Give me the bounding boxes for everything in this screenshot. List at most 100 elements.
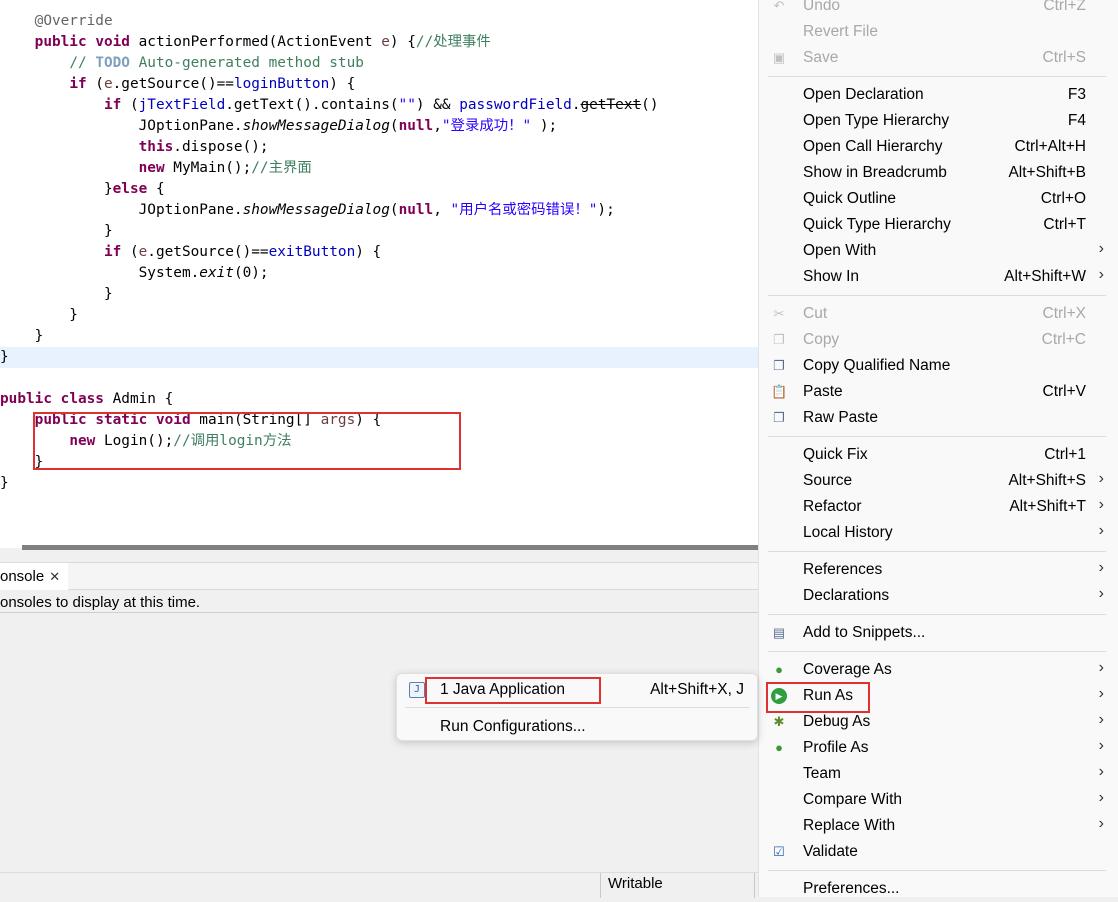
menu-item-revert-file: Revert File [768, 19, 1108, 45]
menu-item-paste[interactable]: 📋 Paste Ctrl+V [768, 379, 1108, 405]
menu-item-coverage-as[interactable]: ● Coverage As › [768, 657, 1108, 683]
menu-item-run-configurations[interactable]: Run Configurations... [405, 714, 750, 740]
menu-item-raw-paste[interactable]: ❐ Raw Paste [768, 405, 1108, 431]
raw-paste-icon: ❐ [773, 410, 785, 425]
code-token: JOptionPane. [0, 118, 243, 134]
menu-item-open-type-hierarchy[interactable]: Open Type Hierarchy F4 [768, 108, 1108, 134]
menu-item-shortcut: F4 [1067, 112, 1086, 129]
code-line: JOptionPane.showMessageDialog(null,"登录成功… [0, 116, 558, 137]
menu-item-label: Debug As [803, 713, 871, 730]
menu-item-label: Undo [803, 0, 841, 14]
chevron-right-icon: › [1098, 815, 1104, 832]
cut-icon: ✂ [773, 306, 785, 321]
chevron-right-icon: › [1098, 711, 1104, 728]
menu-item-label: Refactor [803, 498, 862, 515]
code-token: "登录成功！" [441, 118, 532, 134]
menu-item-compare-with[interactable]: Compare With › [768, 787, 1108, 813]
menu-item-team[interactable]: Team › [768, 761, 1108, 787]
code-token: class [60, 391, 104, 407]
code-token: public [34, 34, 87, 50]
code-token: null [398, 118, 434, 134]
menu-item-open-with[interactable]: Open With › [768, 238, 1108, 264]
code-line: if (jTextField.getText().contains("") &&… [0, 95, 659, 116]
code-token: e [103, 76, 113, 92]
java-application-icon: J [409, 682, 425, 698]
snippet-icon: ▤ [772, 625, 786, 640]
code-token: .dispose(); [173, 139, 269, 155]
menu-item-label: Replace With [803, 817, 896, 834]
menu-item-declarations[interactable]: Declarations › [768, 583, 1108, 609]
menu-item-replace-with[interactable]: Replace With › [768, 813, 1108, 839]
debug-icon: ✱ [773, 714, 785, 729]
menu-item-validate[interactable]: ☑ Validate [768, 839, 1108, 865]
code-token: } [0, 328, 44, 344]
run-as-submenu: J 1 Java Application Alt+Shift+X, J Run … [396, 673, 758, 741]
profile-icon: ● [775, 740, 783, 755]
menu-item-add-to-snippets[interactable]: ▤ Add to Snippets... [768, 620, 1108, 646]
code-line: } [0, 347, 9, 368]
menu-item-run-as[interactable]: ▶ Run As › [766, 682, 1108, 713]
menu-item-quick-type-hierarchy[interactable]: Quick Type Hierarchy Ctrl+T [768, 212, 1108, 238]
copy-qualified-name-icon: ❐ [773, 358, 785, 373]
menu-item-refactor[interactable]: Refactor Alt+Shift+T › [768, 494, 1108, 520]
code-line: @Override [0, 11, 113, 32]
menu-item-quick-outline[interactable]: Quick Outline Ctrl+O [768, 186, 1108, 212]
menu-item-show-in-breadcrumb[interactable]: Show in Breadcrumb Alt+Shift+B [768, 160, 1108, 186]
code-line: } [0, 305, 78, 326]
java-application-highlight-box [425, 677, 601, 704]
code-token: (0); [233, 265, 269, 281]
code-line: new MyMain();//主界面 [0, 158, 312, 179]
code-token: ) { [329, 76, 356, 92]
menu-item-show-in[interactable]: Show In Alt+Shift+W › [768, 264, 1108, 290]
menu-item-quick-fix[interactable]: Quick Fix Ctrl+1 [768, 442, 1108, 468]
code-token: Admin { [103, 391, 174, 407]
code-editor[interactable]: @Override public void actionPerformed(Ac… [0, 0, 758, 548]
menu-item-open-call-hierarchy[interactable]: Open Call Hierarchy Ctrl+Alt+H [768, 134, 1108, 160]
status-divider [600, 873, 601, 898]
menu-item-open-declaration[interactable]: Open Declaration F3 [768, 82, 1108, 108]
chevron-right-icon: › [1098, 659, 1104, 676]
code-token: "" [398, 97, 416, 113]
tab-console[interactable]: onsole ✕ [0, 563, 69, 590]
code-token: // [69, 55, 96, 71]
context-menu: ↶ Undo Ctrl+Z Revert File ▣ Save Ctrl+S Open De… [758, 0, 1118, 897]
menu-item-label: Save [803, 49, 839, 66]
status-bar: Writable [0, 872, 758, 898]
code-token: if [103, 244, 122, 260]
menu-item-label: Add to Snippets... [803, 624, 926, 641]
close-icon[interactable]: ✕ [49, 569, 60, 584]
menu-item-label: Local History [803, 524, 893, 541]
undo-icon: ↶ [773, 0, 785, 13]
chevron-right-icon: › [1098, 470, 1104, 487]
menu-item-shortcut: Ctrl+C [1041, 331, 1086, 348]
main-method-highlight-box [33, 412, 461, 470]
menu-item-profile-as[interactable]: ● Profile As › [768, 735, 1108, 761]
console-empty-message: onsoles to display at this time. [0, 594, 201, 611]
code-token: System. [0, 265, 200, 281]
menu-separator [768, 614, 1106, 615]
menu-item-shortcut: Ctrl+V [1042, 383, 1087, 400]
code-token: e [381, 34, 390, 50]
menu-item-save: ▣ Save Ctrl+S [768, 45, 1108, 71]
menu-item-references[interactable]: References › [768, 557, 1108, 583]
code-line: // TODO Auto-generated method stub [0, 53, 364, 74]
menu-item-local-history[interactable]: Local History › [768, 520, 1108, 546]
status-writable: Writable [608, 875, 663, 892]
menu-item-copy-qualified-name[interactable]: ❐ Copy Qualified Name [768, 353, 1108, 379]
coverage-icon: ● [775, 662, 783, 677]
code-token: ); [597, 202, 615, 218]
code-token: . [571, 97, 581, 113]
menu-separator [768, 436, 1106, 437]
menu-item-label: References [803, 561, 883, 578]
console-tab-label: onsole [0, 568, 45, 585]
menu-item-shortcut: Ctrl+O [1040, 190, 1086, 207]
menu-item-preferences[interactable]: Preferences... [768, 876, 1108, 902]
menu-item-source[interactable]: Source Alt+Shift+S › [768, 468, 1108, 494]
console-divider [0, 612, 758, 613]
menu-item-label: Copy Qualified Name [803, 357, 951, 374]
code-token: ( [121, 97, 139, 113]
menu-item-debug-as[interactable]: ✱ Debug As › [768, 709, 1108, 735]
menu-item-label: Declarations [803, 587, 890, 604]
